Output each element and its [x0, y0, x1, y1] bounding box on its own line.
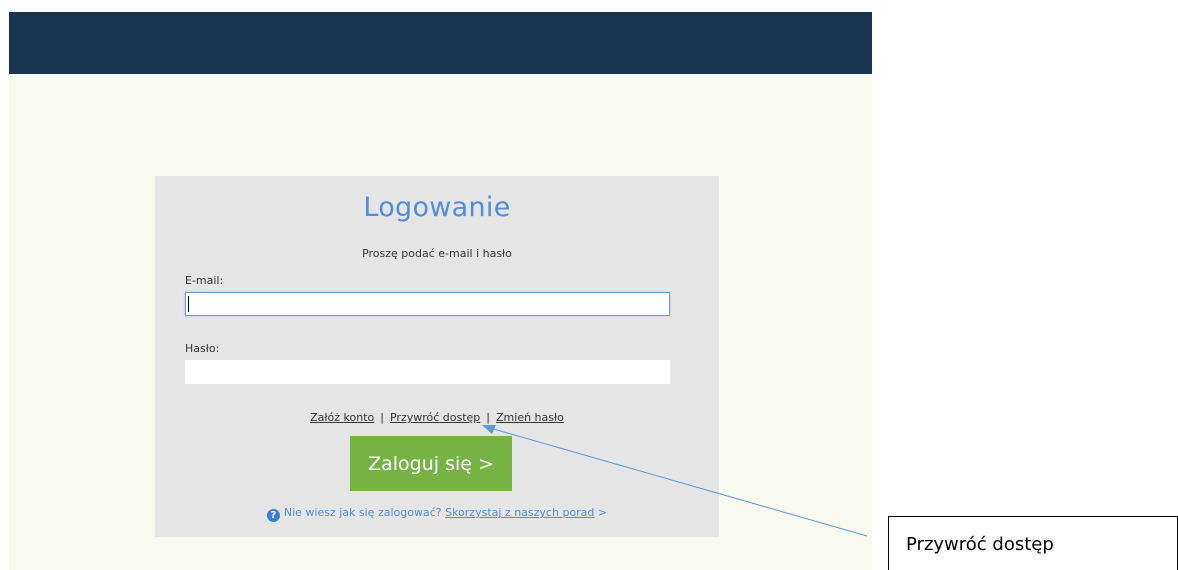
callout-text: Przywróć dostęp — [906, 534, 1054, 555]
callout-arrow-head — [482, 425, 496, 434]
callout-box: Przywróć dostęp — [888, 516, 1178, 570]
callout-arrow — [482, 425, 868, 537]
callout-arrow-line — [489, 427, 868, 537]
